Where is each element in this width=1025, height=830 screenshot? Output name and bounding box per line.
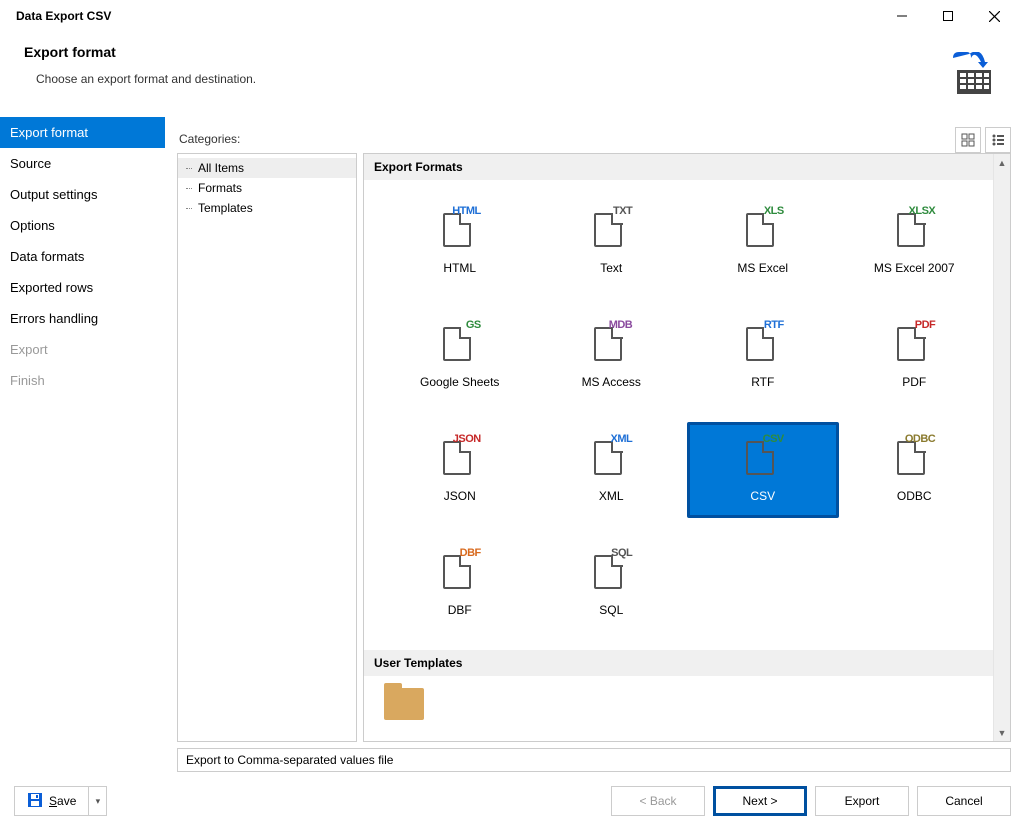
- scroll-up-icon[interactable]: ▲: [994, 154, 1010, 171]
- format-label: CSV: [750, 489, 775, 503]
- wizard-sidebar: Export formatSourceOutput settingsOption…: [0, 117, 165, 778]
- category-tree: All ItemsFormatsTemplates: [177, 153, 357, 742]
- categories-label: Categories:: [177, 128, 955, 152]
- header: Export format Choose an export format an…: [0, 32, 1025, 117]
- format-sql[interactable]: SQL SQL: [536, 536, 688, 632]
- format-odbc[interactable]: ODBC ODBC: [839, 422, 991, 518]
- cancel-button[interactable]: Cancel: [917, 786, 1011, 816]
- format-label: RTF: [751, 375, 774, 389]
- back-button: < Back: [611, 786, 705, 816]
- file-icon: HTML: [443, 207, 477, 247]
- save-button-group: Save ▾: [14, 786, 107, 816]
- file-icon: DBF: [443, 549, 477, 589]
- tree-node-templates[interactable]: Templates: [178, 198, 356, 218]
- sidebar-item-data-formats[interactable]: Data formats: [0, 241, 165, 272]
- format-label: SQL: [599, 603, 623, 617]
- footer: Save ▾ < Back Next > Export Cancel: [0, 778, 1025, 830]
- tree-node-formats[interactable]: Formats: [178, 178, 356, 198]
- format-label: XML: [599, 489, 624, 503]
- save-dropdown-button[interactable]: ▾: [88, 787, 106, 815]
- tree-node-all-items[interactable]: All Items: [178, 158, 356, 178]
- format-label: Google Sheets: [420, 375, 499, 389]
- file-icon: MDB: [594, 321, 628, 361]
- sidebar-item-options[interactable]: Options: [0, 210, 165, 241]
- format-description: Export to Comma-separated values file: [177, 748, 1011, 772]
- sidebar-item-exported-rows[interactable]: Exported rows: [0, 272, 165, 303]
- view-large-icons-button[interactable]: [955, 127, 981, 153]
- file-icon: GS: [443, 321, 477, 361]
- titlebar: Data Export CSV: [0, 0, 1025, 32]
- templates-folder-icon[interactable]: [384, 688, 424, 720]
- next-button[interactable]: Next >: [713, 786, 807, 816]
- close-button[interactable]: [971, 1, 1017, 31]
- window-title: Data Export CSV: [16, 9, 879, 23]
- format-ms-access[interactable]: MDB MS Access: [536, 308, 688, 404]
- file-icon: TXT: [594, 207, 628, 247]
- file-icon: XLSX: [897, 207, 931, 247]
- format-ms-excel[interactable]: XLS MS Excel: [687, 194, 839, 290]
- save-label: Save: [49, 794, 76, 808]
- format-dbf[interactable]: DBF DBF: [384, 536, 536, 632]
- export-button[interactable]: Export: [815, 786, 909, 816]
- file-icon: ODBC: [897, 435, 931, 475]
- file-icon: CSV: [746, 435, 780, 475]
- export-header-icon: [947, 52, 993, 99]
- maximize-button[interactable]: [925, 1, 971, 31]
- format-ms-excel-2007[interactable]: XLSX MS Excel 2007: [839, 194, 991, 290]
- export-formats-header: Export Formats: [364, 154, 1010, 180]
- format-label: DBF: [448, 603, 472, 617]
- file-icon: XML: [594, 435, 628, 475]
- sidebar-item-export: Export: [0, 334, 165, 365]
- file-icon: RTF: [746, 321, 780, 361]
- format-label: MS Access: [582, 375, 641, 389]
- format-label: Text: [600, 261, 622, 275]
- formats-panel: Export Formats HTML HTML TXT Text XLS MS Exce…: [363, 153, 1011, 742]
- file-icon: PDF: [897, 321, 931, 361]
- format-text[interactable]: TXT Text: [536, 194, 688, 290]
- sidebar-item-export-format[interactable]: Export format: [0, 117, 165, 148]
- file-icon: SQL: [594, 549, 628, 589]
- format-csv[interactable]: CSV CSV: [687, 422, 839, 518]
- page-title: Export format: [24, 44, 947, 60]
- page-subtitle: Choose an export format and destination.: [36, 72, 947, 86]
- view-list-button[interactable]: [985, 127, 1011, 153]
- save-icon: [27, 792, 43, 811]
- format-label: ODBC: [897, 489, 932, 503]
- sidebar-item-errors-handling[interactable]: Errors handling: [0, 303, 165, 334]
- sidebar-item-source[interactable]: Source: [0, 148, 165, 179]
- format-label: HTML: [443, 261, 476, 275]
- sidebar-item-finish: Finish: [0, 365, 165, 396]
- scroll-down-icon[interactable]: ▼: [994, 724, 1010, 741]
- format-json[interactable]: JSON JSON: [384, 422, 536, 518]
- format-label: MS Excel 2007: [874, 261, 955, 275]
- scrollbar[interactable]: ▲ ▼: [993, 154, 1010, 741]
- format-google-sheets[interactable]: GS Google Sheets: [384, 308, 536, 404]
- save-button[interactable]: Save: [15, 787, 88, 815]
- format-label: JSON: [444, 489, 476, 503]
- minimize-button[interactable]: [879, 1, 925, 31]
- format-rtf[interactable]: RTF RTF: [687, 308, 839, 404]
- format-pdf[interactable]: PDF PDF: [839, 308, 991, 404]
- format-label: PDF: [902, 375, 926, 389]
- file-icon: XLS: [746, 207, 780, 247]
- format-xml[interactable]: XML XML: [536, 422, 688, 518]
- format-label: MS Excel: [737, 261, 788, 275]
- user-templates-header: User Templates: [364, 650, 1010, 676]
- file-icon: JSON: [443, 435, 477, 475]
- format-html[interactable]: HTML HTML: [384, 194, 536, 290]
- sidebar-item-output-settings[interactable]: Output settings: [0, 179, 165, 210]
